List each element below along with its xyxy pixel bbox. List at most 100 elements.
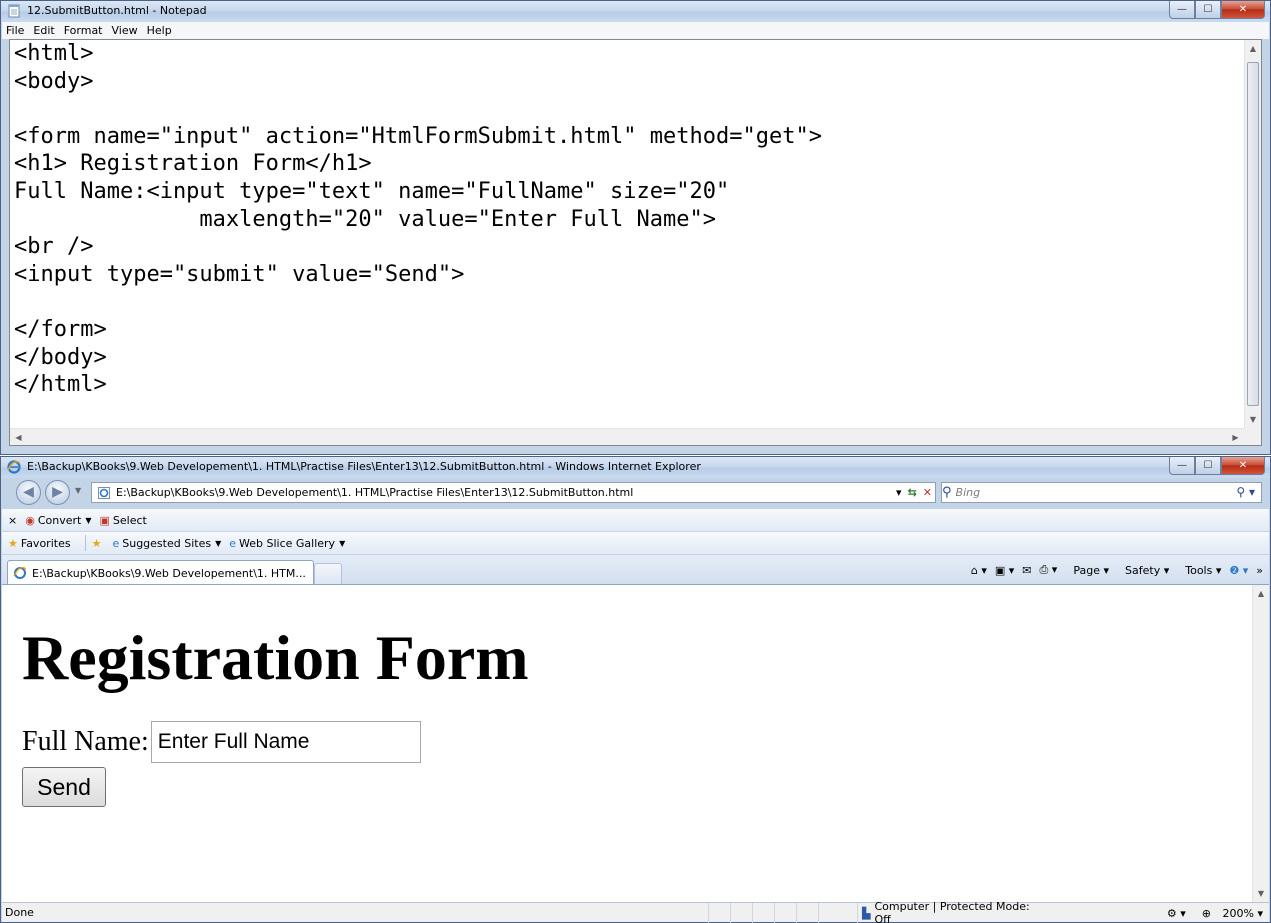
history-dropdown-icon[interactable]: ▼	[75, 486, 81, 495]
search-placeholder[interactable]: Bing	[956, 486, 981, 499]
full-name-label: Full Name:	[22, 726, 149, 757]
notepad-titlebar[interactable]: 12.SubmitButton.html - Notepad — ☐ ✕	[1, 1, 1270, 22]
security-zone-label: Computer | Protected Mode: Off	[874, 900, 1030, 923]
full-name-input[interactable]	[150, 721, 421, 763]
convert-button[interactable]: ◉ Convert ▼	[25, 514, 91, 527]
menu-edit[interactable]: Edit	[33, 24, 54, 37]
stop-icon[interactable]: ✕	[923, 486, 932, 499]
send-button[interactable]: Send	[22, 767, 106, 807]
add-favorite-icon: ★	[91, 536, 102, 550]
ie-window: E:\Backup\KBooks\9.Web Developement\1. H…	[0, 456, 1271, 923]
home-icon[interactable]: ⌂ ▾	[971, 564, 987, 577]
source-code-text[interactable]: <html> <body> <form name="input" action=…	[14, 40, 1235, 427]
web-page: Registration Form Full Name: Send	[22, 585, 1239, 807]
scroll-down-icon[interactable]: ▼	[1253, 885, 1269, 902]
page-vertical-scrollbar[interactable]: ▲ ▼	[1252, 585, 1269, 902]
search-box[interactable]: ⚲ Bing ⚲ ▾	[941, 482, 1262, 503]
close-icon: ✕	[1238, 460, 1248, 471]
navigation-bar: ◀ ▶ ▼ E:\Backup\KBooks\9.Web Developemen…	[2, 478, 1269, 508]
safety-menu[interactable]: Safety ▾	[1117, 564, 1169, 577]
maximize-button[interactable]: ☐	[1195, 1, 1221, 19]
menu-format[interactable]: Format	[64, 24, 103, 37]
favorites-button[interactable]: ★ Favorites	[8, 537, 71, 550]
close-button[interactable]: ✕	[1221, 1, 1265, 19]
maximize-button[interactable]: ☐	[1195, 457, 1221, 475]
horizontal-scrollbar[interactable]: ◀ ▶	[10, 428, 1244, 445]
ie-window-controls: — ☐ ✕	[1169, 457, 1265, 475]
select-pdf-icon: ▣	[99, 513, 110, 527]
popup-blocker-icon[interactable]: ⚙ ▾	[1167, 907, 1186, 920]
page-icon	[98, 486, 110, 499]
status-bar: Done ▙ Computer | Protected Mode: Off ⚙ …	[2, 900, 1269, 923]
refresh-icon[interactable]: ⇆	[908, 486, 917, 499]
form-row: Full Name:	[22, 721, 1239, 763]
tab-ie-icon	[13, 566, 27, 579]
minimize-icon: —	[1177, 460, 1187, 471]
search-icon[interactable]: ⚲ ▾	[1236, 485, 1255, 499]
menu-help[interactable]: Help	[147, 24, 172, 37]
ie-titlebar[interactable]: E:\Backup\KBooks\9.Web Developement\1. H…	[1, 457, 1270, 478]
feeds-icon[interactable]: ▣ ▾	[995, 564, 1014, 577]
minimize-button[interactable]: —	[1169, 1, 1195, 19]
web-slice-label: Web Slice Gallery	[239, 536, 336, 550]
forward-button[interactable]: ▶	[45, 480, 70, 505]
menu-view[interactable]: View	[112, 24, 138, 37]
back-button[interactable]: ◀	[16, 480, 41, 505]
page-heading: Registration Form	[22, 622, 529, 693]
notepad-editor[interactable]: <html> <body> <form name="input" action=…	[9, 39, 1262, 446]
minimize-icon: —	[1177, 4, 1187, 15]
scrollbar-thumb[interactable]	[1247, 62, 1259, 406]
security-zone[interactable]: ▙ Computer | Protected Mode: Off	[857, 900, 1037, 923]
scroll-up-icon[interactable]: ▲	[1253, 585, 1269, 602]
favorites-bar: ★ Favorites ★ e Suggested Sites ▼ e Web …	[2, 531, 1269, 554]
tab-current[interactable]: E:\Backup\KBooks\9.Web Developement\1. H…	[7, 560, 314, 585]
chevron-down-icon: ▼	[85, 515, 92, 525]
resize-grip[interactable]	[1244, 428, 1261, 445]
help-icon[interactable]: ❷ ▾	[1229, 564, 1248, 577]
notepad-window-title: 12.SubmitButton.html - Notepad	[27, 4, 207, 17]
add-favorite-button[interactable]: ★	[92, 537, 105, 550]
close-icon: ✕	[1238, 4, 1248, 15]
bing-search-icon: ⚲	[942, 485, 952, 500]
vertical-scrollbar[interactable]: ▲ ▼	[1244, 40, 1261, 428]
scroll-down-icon[interactable]: ▼	[1245, 411, 1261, 428]
favorites-label: Favorites	[20, 536, 71, 550]
suggested-sites-button[interactable]: e Suggested Sites ▼	[112, 537, 221, 550]
address-dropdown-icon[interactable]: ▾	[896, 486, 902, 499]
zoom-level: 200%	[1222, 906, 1254, 920]
address-bar[interactable]: E:\Backup\KBooks\9.Web Developement\1. H…	[91, 482, 936, 503]
page-menu[interactable]: Page ▾	[1065, 564, 1109, 577]
safety-menu-label: Safety	[1125, 563, 1161, 577]
toolbar-close-icon[interactable]: ×	[8, 514, 17, 527]
command-bar-tools: ⌂ ▾ ▣ ▾ ✉ ⎙ ▾ Page ▾ Safety ▾ Tools ▾ ❷ …	[963, 555, 1263, 585]
mail-icon[interactable]: ✉	[1022, 564, 1031, 577]
favorites-star-icon: ★	[8, 536, 18, 550]
toolbar-divider	[84, 535, 86, 551]
tab-title: E:\Backup\KBooks\9.Web Developement\1. H…	[32, 566, 306, 580]
overflow-chevron-icon[interactable]: »	[1256, 564, 1263, 577]
notepad-window-controls: — ☐ ✕	[1169, 1, 1265, 19]
address-tools: ▾ ⇆ ✕	[893, 483, 935, 502]
web-slice-gallery-button[interactable]: e Web Slice Gallery ▼	[229, 537, 345, 550]
scroll-up-icon[interactable]: ▲	[1245, 40, 1261, 57]
close-button[interactable]: ✕	[1221, 457, 1265, 475]
ie-app-icon	[7, 460, 21, 474]
address-url[interactable]: E:\Backup\KBooks\9.Web Developement\1. H…	[116, 486, 633, 499]
minimize-button[interactable]: —	[1169, 457, 1195, 475]
scroll-right-icon[interactable]: ▶	[1227, 429, 1244, 446]
menu-file[interactable]: File	[6, 24, 24, 37]
zoom-button[interactable]: ⊕ 200% ▾	[1194, 907, 1263, 920]
notepad-menubar: File Edit Format View Help	[2, 22, 1269, 39]
tools-menu[interactable]: Tools ▾	[1177, 564, 1221, 577]
select-button[interactable]: ▣ Select	[99, 514, 146, 527]
notepad-app-icon	[8, 4, 20, 18]
notepad-window: 12.SubmitButton.html - Notepad — ☐ ✕ Fil…	[0, 0, 1271, 455]
maximize-icon: ☐	[1203, 460, 1213, 471]
page-viewport: Registration Form Full Name: Send ▲ ▼	[2, 584, 1269, 902]
new-tab-button[interactable]	[314, 563, 342, 585]
suggested-sites-icon: e	[112, 536, 120, 550]
zoom-controls: ⚙ ▾ ⊕ 200% ▾	[1159, 903, 1263, 923]
scroll-left-icon[interactable]: ◀	[10, 429, 27, 446]
print-icon[interactable]: ⎙ ▾	[1040, 563, 1058, 577]
page-menu-label: Page	[1073, 563, 1100, 577]
